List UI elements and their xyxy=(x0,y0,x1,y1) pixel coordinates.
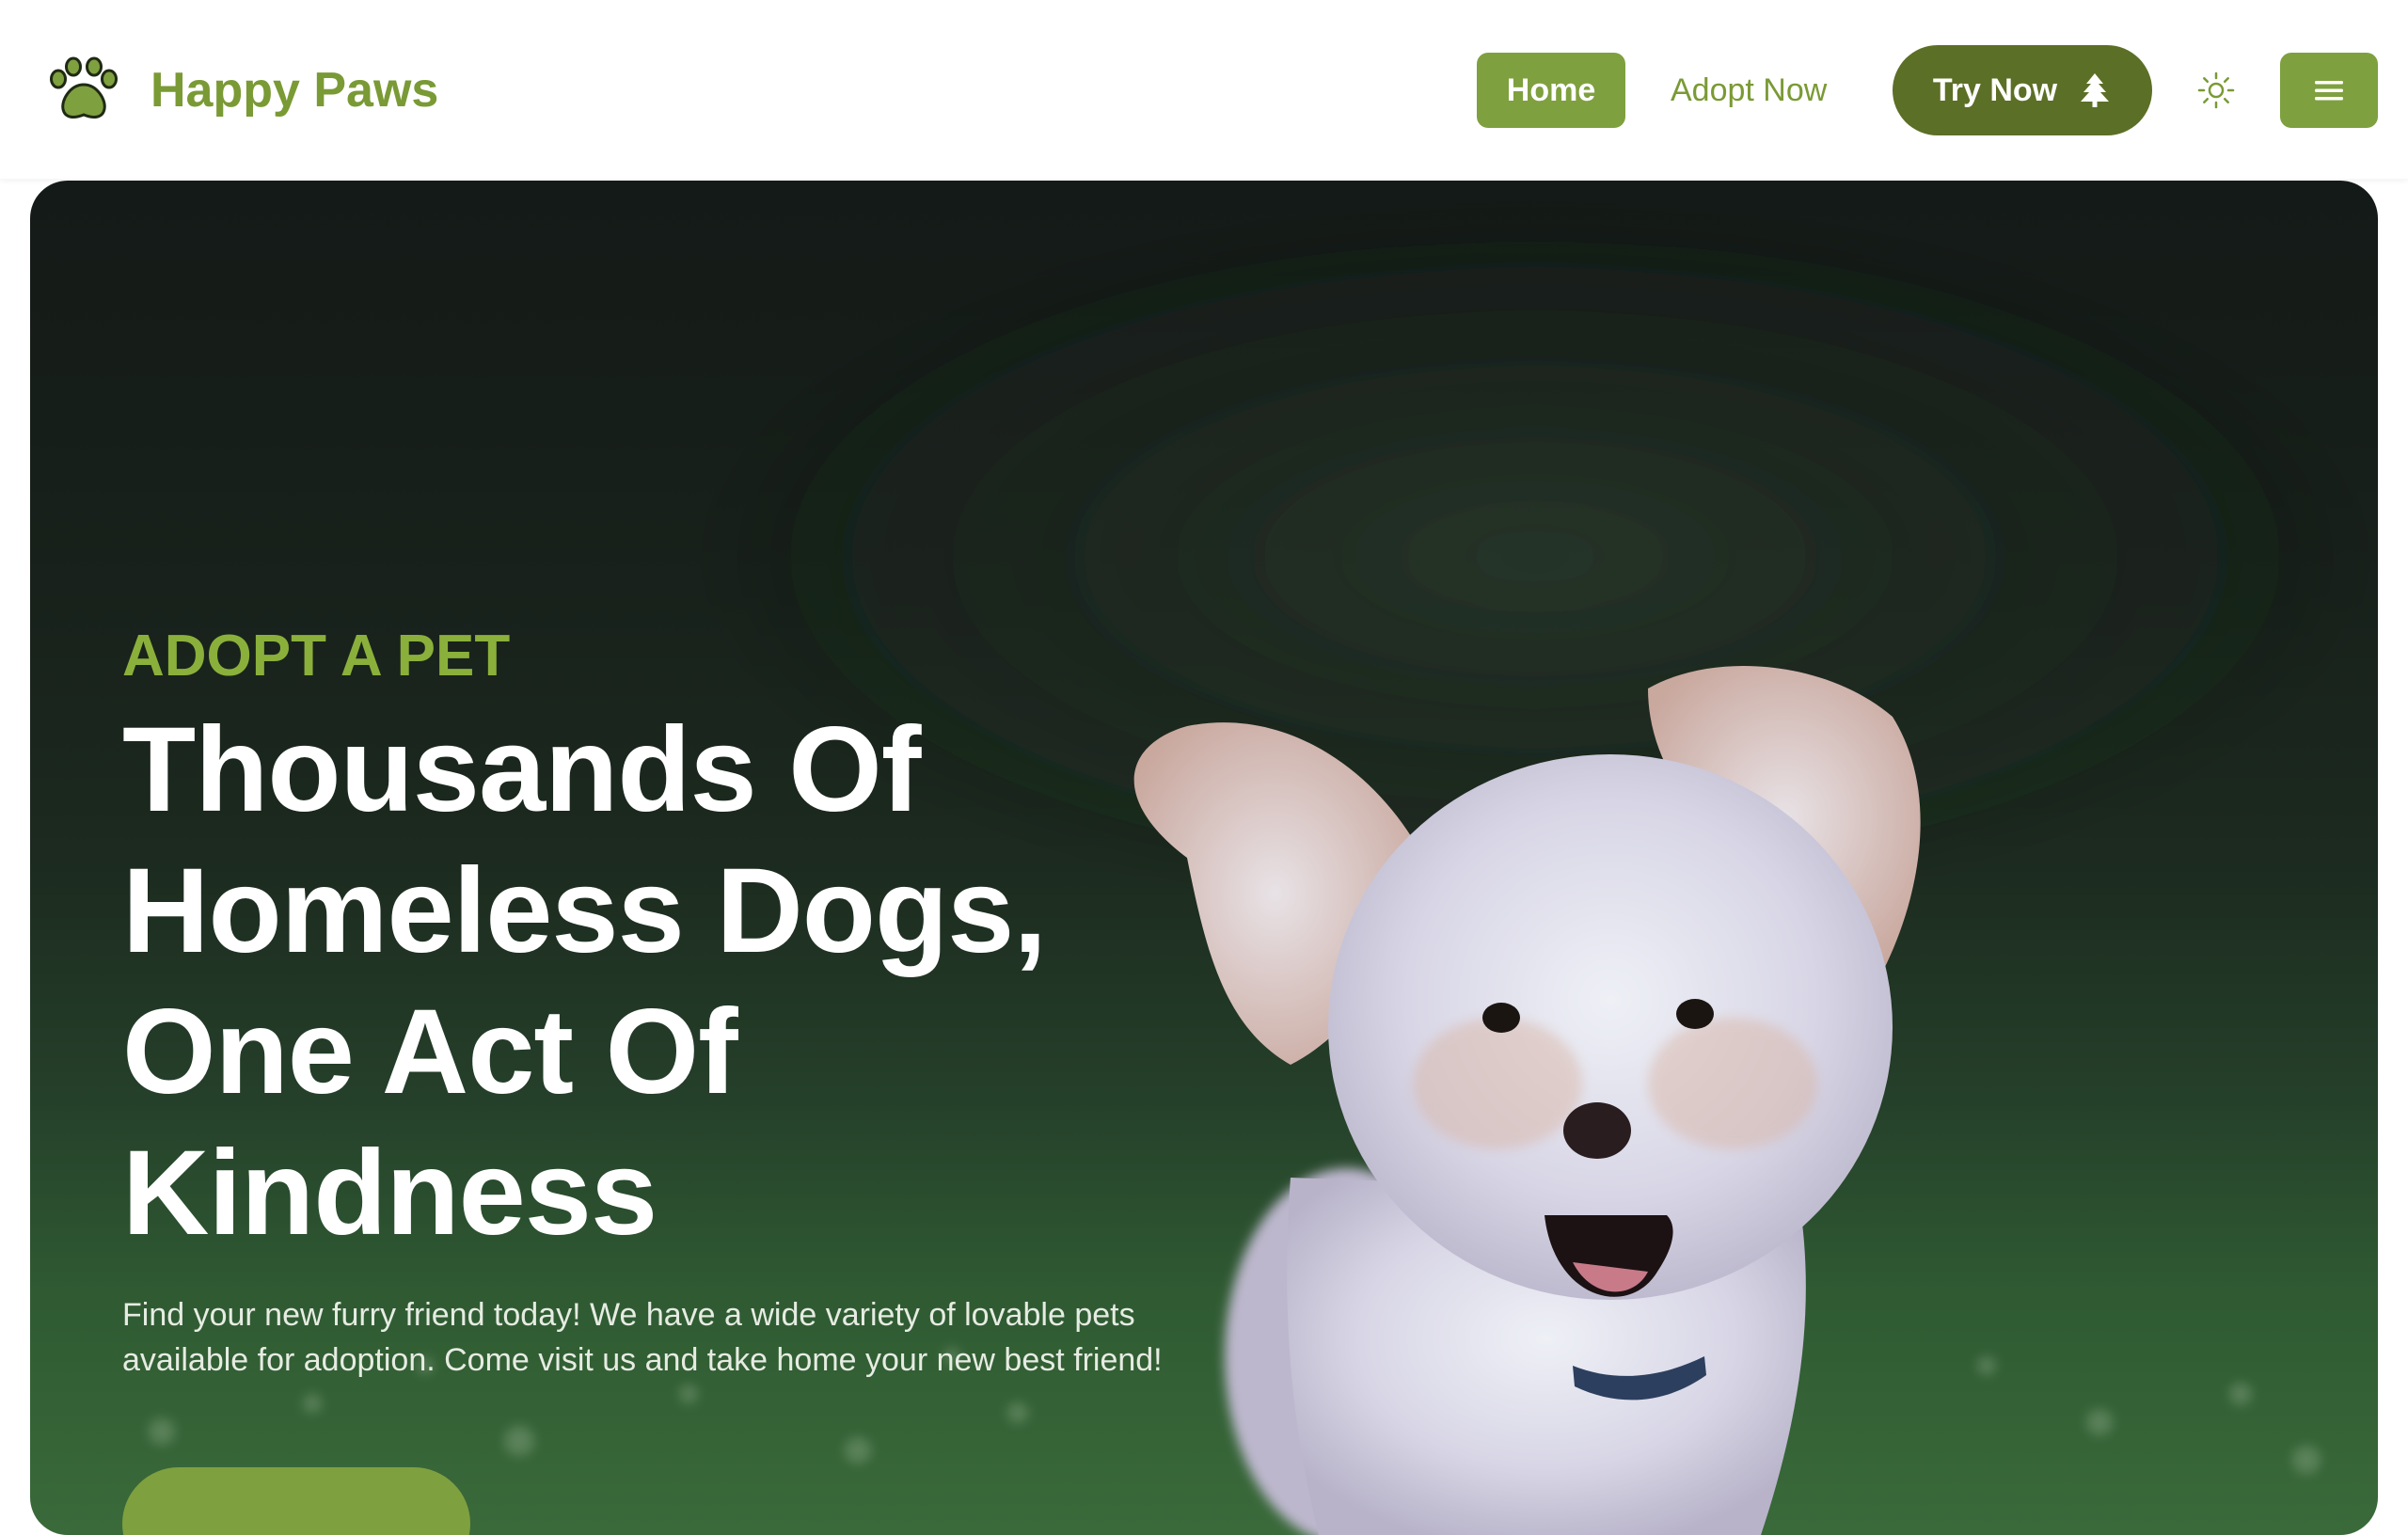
tree-icon xyxy=(2081,73,2110,107)
site-header: Happy Paws Home Adopt Now Try Now xyxy=(0,0,2408,179)
hero-eyebrow: ADOPT A PET xyxy=(122,624,511,688)
try-now-label: Try Now xyxy=(1932,71,2058,108)
hero-title-line: Homeless Dogs, xyxy=(122,844,1047,978)
nav-adopt-now-link[interactable]: Adopt Now xyxy=(1671,53,1827,128)
nav-home-button[interactable]: Home xyxy=(1477,53,1625,128)
hero-cta-button[interactable] xyxy=(122,1467,470,1535)
try-now-button[interactable]: Try Now xyxy=(1893,45,2152,135)
hero-text-block: ADOPT A PET Thousands Of Homeless Dogs, … xyxy=(122,623,1204,1415)
hero-title-line: One Act Of xyxy=(122,985,738,1119)
hero-title-line: Kindness xyxy=(122,1126,657,1260)
sun-icon xyxy=(2197,71,2235,109)
menu-button[interactable] xyxy=(2280,53,2378,128)
main-nav: Home Adopt Now Try Now xyxy=(0,45,2408,135)
theme-toggle-button[interactable] xyxy=(2192,66,2241,115)
hero-title: Thousands Of Homeless Dogs, One Act Of K… xyxy=(122,700,1204,1264)
hamburger-menu-icon xyxy=(2315,81,2343,101)
hero-title-line: Thousands Of xyxy=(122,703,921,837)
hero-description: Find your new furry friend today! We hav… xyxy=(122,1297,1163,1378)
hero-section: ADOPT A PET Thousands Of Homeless Dogs, … xyxy=(30,181,2378,1535)
